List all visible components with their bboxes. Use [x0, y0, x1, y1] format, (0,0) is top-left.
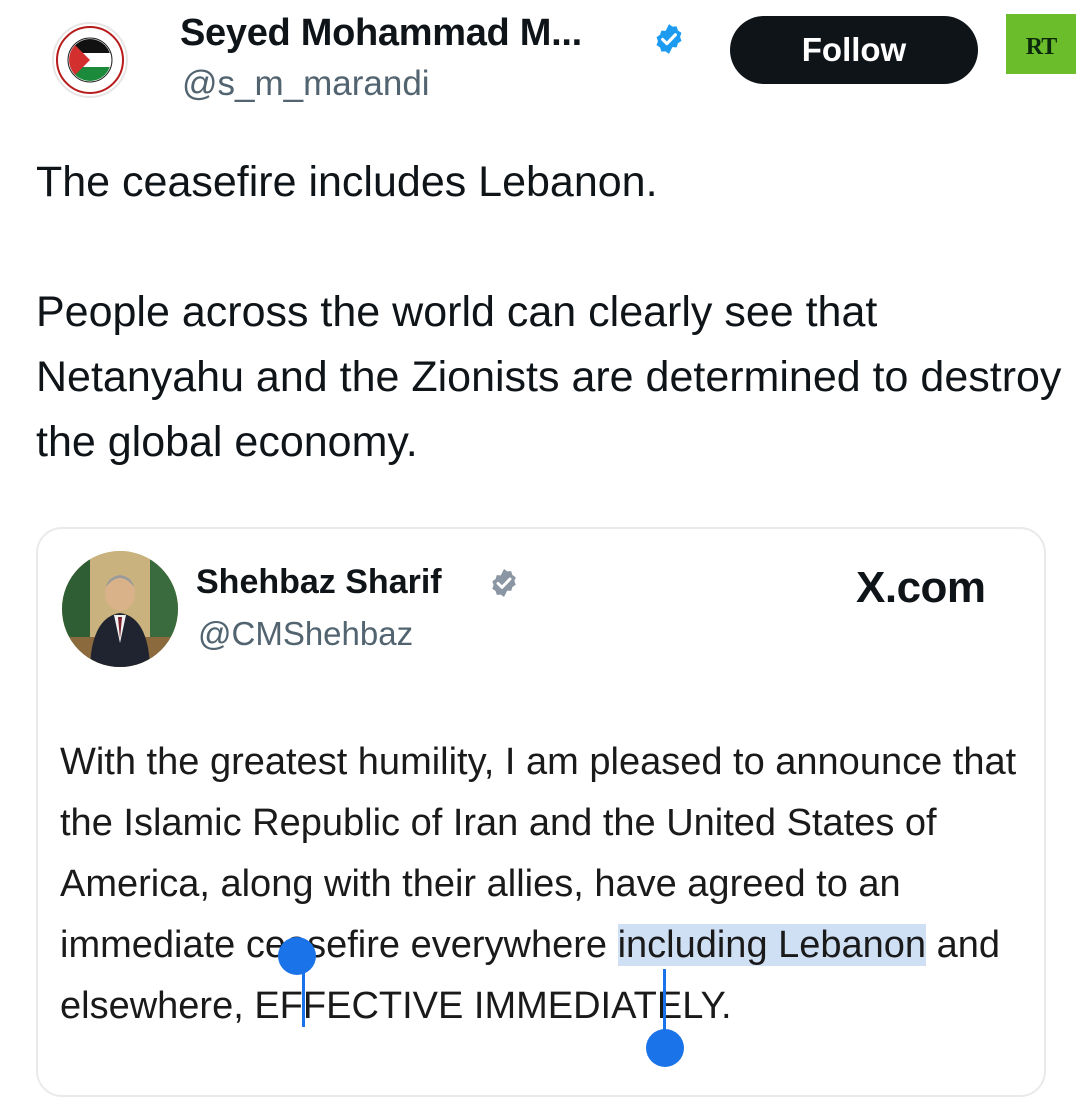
verified-badge-icon — [656, 24, 682, 54]
selection-start-handle[interactable] — [278, 937, 316, 975]
quoted-author-name[interactable]: Shehbaz Sharif — [196, 563, 442, 602]
selection-end-caret — [663, 969, 666, 1031]
quoted-post-card[interactable]: Shehbaz Sharif @CMShehbaz X.com With the… — [36, 527, 1046, 1097]
tweet-body: The ceasefire includes Lebanon. People a… — [36, 150, 1066, 475]
author-handle[interactable]: @s_m_marandi — [182, 64, 430, 104]
author-name[interactable]: Seyed Mohammad M... — [180, 12, 582, 55]
selection-start-caret — [302, 965, 305, 1027]
palestine-flag-badge-icon — [56, 26, 124, 94]
selection-end-handle[interactable] — [646, 1029, 684, 1067]
follow-button[interactable]: Follow — [730, 16, 978, 84]
quoted-author-avatar[interactable] — [62, 551, 178, 667]
tweet-paragraph: People across the world can clearly see … — [36, 288, 1062, 466]
tweet-paragraph: The ceasefire includes Lebanon. — [36, 158, 658, 206]
profile-avatar[interactable] — [52, 22, 128, 98]
x-com-source-label: X.com — [856, 563, 986, 612]
selected-text-highlight[interactable]: including Lebanon — [617, 924, 927, 966]
person-portrait-icon — [62, 551, 178, 667]
quoted-author-handle[interactable]: @CMShehbaz — [198, 615, 413, 653]
quoted-post-text: With the greatest humility, I am pleased… — [60, 732, 1040, 1037]
verified-badge-icon — [492, 569, 516, 597]
rt-watermark: RT — [1006, 14, 1076, 74]
